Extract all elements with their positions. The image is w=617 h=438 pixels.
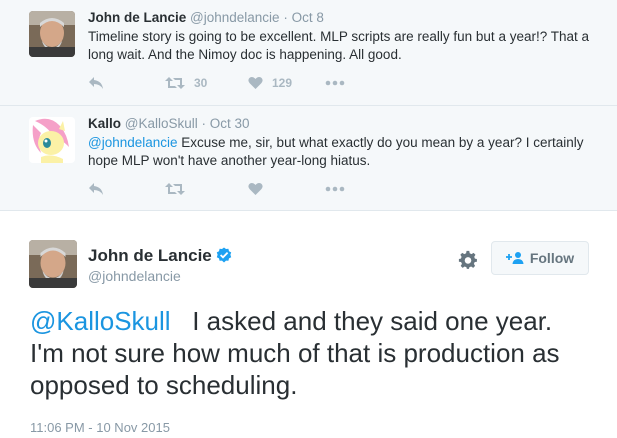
divider bbox=[0, 210, 617, 211]
retweet-button[interactable] bbox=[165, 179, 185, 199]
like-button[interactable] bbox=[248, 179, 263, 199]
heart-icon bbox=[248, 77, 263, 89]
gear-button[interactable] bbox=[458, 250, 478, 270]
verified-badge-icon bbox=[216, 247, 231, 263]
author-handle[interactable]: @KalloSkull bbox=[125, 116, 198, 131]
thread-tweet-1[interactable]: John de Lancie @johndelancie · Oct 8 Tim… bbox=[0, 0, 617, 105]
more-icon bbox=[325, 80, 345, 86]
conversation-thread: John de Lancie @johndelancie · Oct 8 Tim… bbox=[0, 0, 617, 210]
retweet-icon bbox=[165, 183, 185, 195]
author-name[interactable]: Kallo bbox=[88, 116, 121, 131]
reply-button[interactable] bbox=[88, 73, 104, 93]
more-icon bbox=[325, 186, 345, 192]
tweet-date[interactable]: Oct 8 bbox=[292, 10, 324, 25]
gear-icon bbox=[458, 250, 477, 269]
avatar[interactable] bbox=[29, 117, 75, 163]
reply-icon bbox=[89, 183, 103, 195]
author-handle[interactable]: @johndelancie bbox=[88, 268, 181, 284]
avatar[interactable] bbox=[29, 11, 75, 57]
thread-tweet-2[interactable]: Kallo @KalloSkull · Oct 30 @johndelancie… bbox=[0, 106, 617, 210]
author-name[interactable]: John de Lancie bbox=[88, 246, 232, 266]
reply-button[interactable] bbox=[88, 179, 104, 199]
author-name[interactable]: John de Lancie bbox=[88, 10, 186, 25]
reply-icon bbox=[89, 77, 103, 89]
like-count: 129 bbox=[272, 76, 293, 90]
mention-link[interactable]: @KalloSkull bbox=[30, 306, 171, 336]
follow-button[interactable]: Follow bbox=[491, 241, 589, 275]
follow-label: Follow bbox=[529, 250, 575, 266]
tweet-actions bbox=[88, 179, 388, 199]
tweet-text: @KalloSkull I asked and they said one ye… bbox=[30, 305, 590, 401]
tweet-header: Kallo @KalloSkull · Oct 30 bbox=[88, 116, 250, 131]
retweet-count: 30 bbox=[194, 76, 208, 90]
avatar[interactable] bbox=[29, 240, 77, 288]
add-user-icon bbox=[505, 252, 524, 264]
mention-link[interactable]: @johndelancie bbox=[88, 135, 178, 150]
retweet-icon bbox=[165, 77, 185, 89]
author-handle[interactable]: @johndelancie bbox=[190, 10, 280, 25]
tweet-date[interactable]: Oct 30 bbox=[210, 116, 250, 131]
author-name-text: John de Lancie bbox=[88, 246, 212, 265]
tweet-text: @johndelancie Excuse me, sir, but what e… bbox=[88, 134, 608, 170]
tweet-text: Timeline story is going to be excellent.… bbox=[88, 29, 589, 62]
tweet-actions: 30 129 bbox=[88, 73, 388, 93]
more-button[interactable] bbox=[325, 73, 345, 93]
tweet-timestamp[interactable]: 11:06 PM - 10 Nov 2015 bbox=[30, 420, 170, 435]
retweet-button[interactable]: 30 bbox=[165, 73, 207, 93]
like-button[interactable]: 129 bbox=[248, 73, 292, 93]
more-button[interactable] bbox=[325, 179, 345, 199]
tweet-header: John de Lancie @johndelancie · Oct 8 bbox=[88, 10, 324, 25]
heart-icon bbox=[248, 183, 263, 195]
